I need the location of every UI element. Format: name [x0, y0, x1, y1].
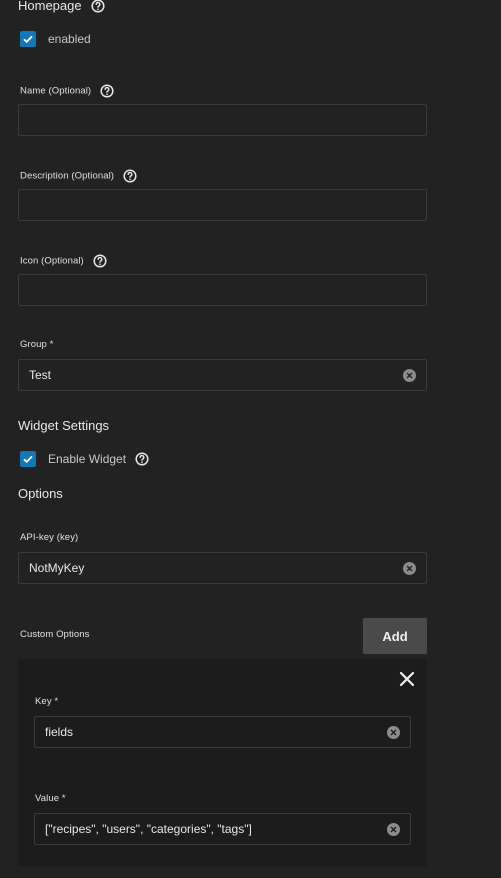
- description-label: Description (Optional): [20, 170, 115, 182]
- key-input[interactable]: fields: [34, 716, 411, 748]
- name-label: Name (Optional): [20, 85, 92, 97]
- group-input[interactable]: Test: [18, 359, 427, 391]
- enabled-checkbox[interactable]: [20, 31, 36, 47]
- description-label-row: Description (Optional): [20, 169, 137, 183]
- value-input[interactable]: ["recipes", "users", "categories", "tags…: [34, 813, 411, 845]
- icon-label: Icon (Optional): [20, 255, 84, 267]
- value-input-value: ["recipes", "users", "categories", "tags…: [45, 822, 252, 836]
- add-button[interactable]: Add: [363, 618, 427, 654]
- settings-form: Homepage enabled Name (Optional) Descrip…: [0, 0, 501, 878]
- group-input-value: Test: [29, 368, 52, 382]
- icon-label-row: Icon (Optional): [20, 254, 107, 268]
- enabled-label: enabled: [48, 32, 91, 46]
- homepage-title: Homepage: [18, 0, 82, 13]
- description-input[interactable]: [18, 189, 427, 221]
- help-icon[interactable]: [135, 452, 149, 466]
- api-key-input[interactable]: NotMyKey: [18, 552, 427, 584]
- enable-widget-label-row: Enable Widget: [48, 452, 149, 467]
- value-label: Value *: [35, 793, 66, 804]
- icon-input[interactable]: [18, 274, 427, 306]
- enable-widget-checkbox[interactable]: [20, 451, 36, 467]
- enable-widget-label: Enable Widget: [48, 452, 127, 466]
- options-title: Options: [18, 486, 63, 501]
- name-label-row: Name (Optional): [20, 84, 114, 98]
- help-icon[interactable]: [100, 84, 114, 98]
- clear-icon[interactable]: [403, 368, 416, 382]
- key-input-value: fields: [45, 725, 74, 739]
- custom-option-item: Key * fields Value * ["recipes", "users"…: [18, 659, 427, 866]
- check-icon: [23, 35, 33, 44]
- api-key-input-value: NotMyKey: [29, 561, 85, 575]
- widget-settings-title: Widget Settings: [18, 418, 110, 433]
- custom-options-title: Custom Options: [20, 629, 90, 640]
- name-input[interactable]: [18, 104, 427, 136]
- api-key-label: API-key (key): [20, 532, 79, 543]
- group-label: Group *: [20, 339, 54, 350]
- clear-icon[interactable]: [387, 725, 400, 739]
- clear-icon[interactable]: [403, 561, 416, 575]
- help-icon[interactable]: [91, 0, 105, 13]
- key-label: Key *: [35, 696, 59, 707]
- check-icon: [23, 455, 33, 464]
- clear-icon[interactable]: [387, 822, 400, 836]
- help-icon[interactable]: [93, 254, 107, 268]
- homepage-section: Homepage: [18, 0, 105, 14]
- close-icon[interactable]: [398, 670, 416, 688]
- help-icon[interactable]: [123, 169, 137, 183]
